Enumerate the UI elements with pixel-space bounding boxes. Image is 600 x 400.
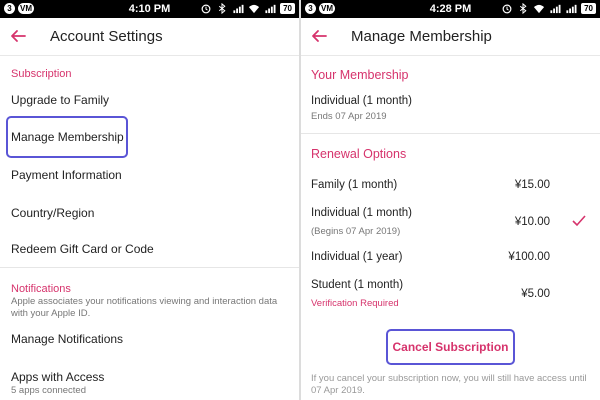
option-price: ¥10.00 [514,216,550,228]
manage-membership-screen: 3 VM 4:28 PM 70 Manage Membership Your M… [301,0,600,400]
page-title: Account Settings [50,28,163,45]
subscription-heading: Subscription [11,68,72,80]
app-bar: Account Settings [0,18,299,56]
option-price: ¥100.00 [508,251,550,263]
bluetooth-icon [520,3,527,14]
payment-information-item[interactable]: Payment Information [11,168,122,182]
country-region-item[interactable]: Country/Region [11,206,94,220]
divider [0,267,299,268]
signal-icon [550,4,561,14]
status-bar: 3 VM 4:28 PM 70 [301,0,600,18]
account-settings-screen: 3 VM 4:10 PM 70 Account Settings Subscri… [0,0,299,400]
upgrade-to-family-item[interactable]: Upgrade to Family [11,93,109,107]
signal-icon-2 [566,4,577,14]
apps-connected-count: 5 apps connected [11,385,87,396]
cancel-subscription-label: Cancel Subscription [392,340,509,354]
alarm-icon [201,4,211,14]
your-membership-heading: Your Membership [311,68,409,82]
wifi-icon [534,4,545,14]
option-begin-date: (Begins 07 Apr 2019) [311,226,401,237]
bluetooth-icon [219,3,226,14]
option-individual-monthly[interactable]: Individual (1 month) [311,207,412,219]
back-arrow-icon[interactable] [311,28,327,44]
current-plan: Individual (1 month) [311,95,412,107]
apps-with-access-item[interactable]: Apps with Access [11,370,104,384]
manage-membership-item[interactable]: Manage Membership [11,130,124,144]
option-individual-yearly[interactable]: Individual (1 year) [311,251,402,263]
status-bar: 3 VM 4:10 PM 70 [0,0,299,18]
back-arrow-icon[interactable] [10,28,26,44]
option-price: ¥5.00 [521,288,550,300]
divider [301,133,600,134]
notifications-heading: Notifications [11,283,71,295]
alarm-icon [502,4,512,14]
option-price: ¥15.00 [514,179,550,191]
battery-icon: 70 [581,3,596,14]
checkmark-icon [572,215,586,227]
wifi-icon [249,4,260,14]
redeem-gift-card-item[interactable]: Redeem Gift Card or Code [11,242,154,256]
plan-end-date: Ends 07 Apr 2019 [311,111,387,122]
renewal-options-heading: Renewal Options [311,147,407,161]
option-student-monthly[interactable]: Student (1 month) [311,279,403,291]
cancel-footer-note: If you cancel your subscription now, you… [311,373,587,396]
notifications-description: Apple associates your notifications view… [11,296,278,319]
option-family-monthly[interactable]: Family (1 month) [311,179,397,191]
verification-note: Verification Required [311,298,399,309]
signal-icon [233,4,244,14]
cancel-subscription-button[interactable]: Cancel Subscription [386,329,515,365]
battery-icon: 70 [280,3,295,14]
app-bar: Manage Membership [301,18,600,56]
page-title: Manage Membership [351,28,492,45]
manage-notifications-item[interactable]: Manage Notifications [11,332,123,346]
signal-icon-2 [265,4,276,14]
